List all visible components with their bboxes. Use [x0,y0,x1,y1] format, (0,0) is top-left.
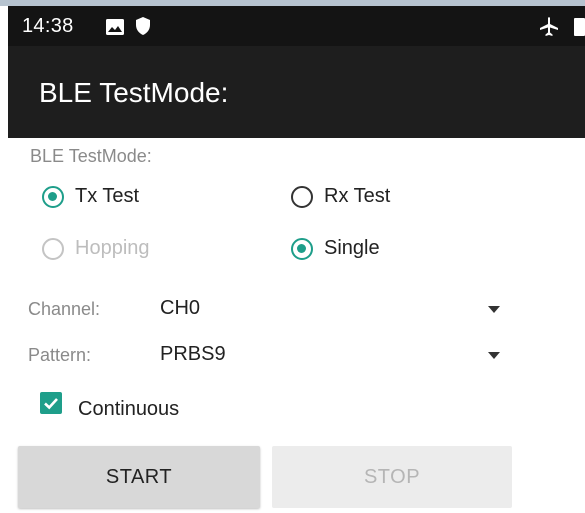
checkbox-checked-icon [40,391,62,414]
channel-dropdown[interactable]: CH0 [158,293,508,323]
channel-label: Channel: [28,299,101,319]
radio-label: Single [324,237,380,259]
stop-button: STOP [272,446,512,508]
start-button[interactable]: START [18,446,260,508]
shield-icon [136,17,150,35]
app-title: BLE TestMode: [39,77,229,108]
radio-label: Tx Test [75,185,140,207]
app-bar: BLE TestMode: [8,46,585,138]
radio-label: Hopping [75,237,150,259]
pattern-label: Pattern: [28,345,92,365]
chevron-down-icon [488,352,500,359]
channel-value: CH0 [160,297,201,319]
status-time: 14:38 [22,15,74,37]
section-label: BLE TestMode: [30,146,152,166]
image-icon [106,19,124,35]
status-bar: 14:38 [8,6,585,46]
continuous-checkbox[interactable]: Continuous [40,384,179,421]
pattern-value: PRBS9 [160,343,226,365]
radio-indicator [291,237,313,260]
checkbox-label: Continuous [78,398,180,420]
airplane-icon [540,17,558,36]
radio-indicator [42,237,64,260]
radio-hopping: Hopping [42,237,150,260]
radio-single[interactable]: Single [291,237,380,260]
chevron-down-icon [488,306,500,313]
radio-label: Rx Test [324,185,391,207]
radio-indicator [42,185,64,208]
test-mode-form: BLE TestMode: Tx Test Rx Test Hopping Si… [8,138,585,513]
radio-rx-test[interactable]: Rx Test [291,185,390,208]
battery-icon [574,18,585,36]
radio-tx-test[interactable]: Tx Test [42,185,139,208]
radio-indicator [291,185,313,208]
pattern-dropdown[interactable]: PRBS9 [158,339,508,369]
